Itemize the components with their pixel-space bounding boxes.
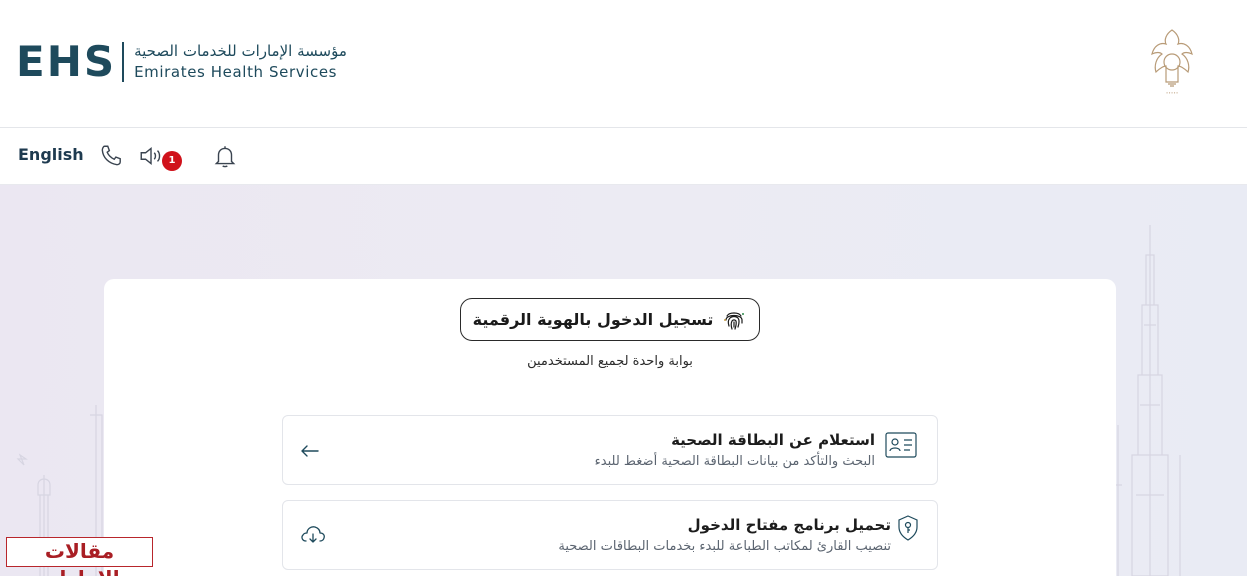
download-key-software-item[interactable]: تحميل برنامج مفتاح الدخول تنصيب القارئ ل… <box>282 500 938 570</box>
download-key-software-title: تحميل برنامج مفتاح الدخول <box>687 516 891 534</box>
logo-text: مؤسسة الإمارات للخدمات الصحية Emirates H… <box>134 41 347 83</box>
health-card-inquiry-description: البحث والتأكد من بيانات البطاقة الصحية أ… <box>594 454 875 469</box>
ehs-logo[interactable]: EHS مؤسسة الإمارات للخدمات الصحية Emirat… <box>16 40 347 84</box>
uae-pass-login-button[interactable]: تسجيل الدخول بالهوية الرقمية <box>460 298 760 341</box>
uae-pass-login-label: تسجيل الدخول بالهوية الرقمية <box>472 310 714 329</box>
health-card-inquiry-title: استعلام عن البطاقة الصحية <box>671 431 875 449</box>
speaker-icon[interactable] <box>138 143 164 169</box>
health-card-inquiry-item[interactable]: استعلام عن البطاقة الصحية البحث والتأكد … <box>282 415 938 485</box>
language-switch-link[interactable]: English <box>18 145 84 164</box>
watermark-logo: مقالات الإمارات <box>6 537 153 576</box>
logo-divider <box>122 42 125 82</box>
cloud-download-icon[interactable] <box>299 523 327 547</box>
bell-icon[interactable] <box>212 143 238 169</box>
login-subtitle: بوابة واحدة لجميع المستخدمين <box>527 354 693 369</box>
uae-emblem-icon: ∙∙∙∙∙ <box>1151 29 1193 95</box>
id-card-icon <box>885 432 917 458</box>
org-name-english: Emirates Health Services <box>134 63 338 81</box>
org-name-arabic: مؤسسة الإمارات للخدمات الصحية <box>134 42 347 60</box>
top-toolbar: English 1 <box>0 129 1247 185</box>
burj-khalifa-illustration <box>1114 225 1181 576</box>
notification-badge: 1 <box>162 151 182 171</box>
fingerprint-icon <box>724 311 745 330</box>
shield-key-icon <box>898 515 918 541</box>
svg-text:∙∙∙∙∙: ∙∙∙∙∙ <box>1166 90 1179 95</box>
download-key-software-description: تنصيب القارئ لمكاتب الطباعة للبدء بخدمات… <box>558 539 891 554</box>
arrow-left-icon[interactable] <box>299 440 321 462</box>
phone-icon[interactable] <box>98 143 124 169</box>
logo-letters: EHS <box>16 37 117 86</box>
site-header: EHS مؤسسة الإمارات للخدمات الصحية Emirat… <box>0 0 1247 128</box>
